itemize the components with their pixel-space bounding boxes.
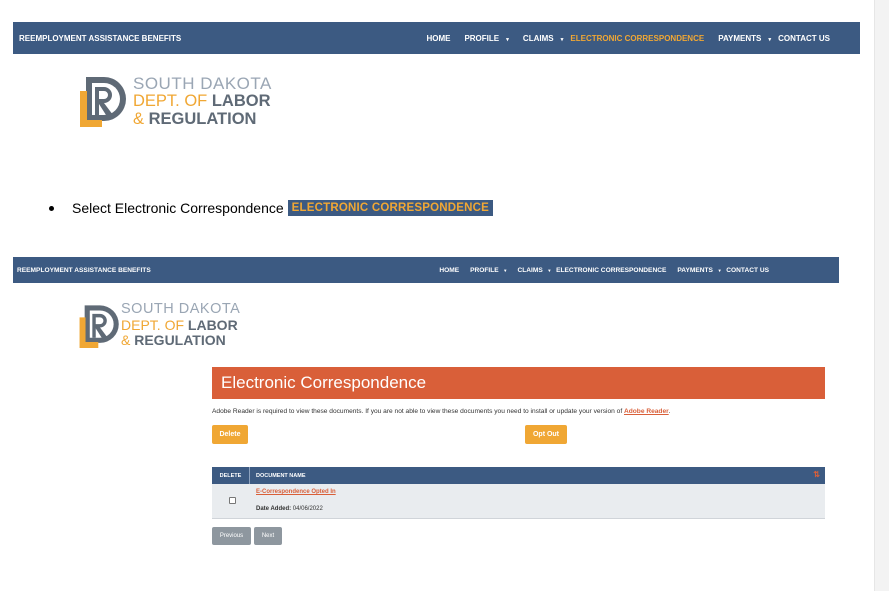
caret-down-icon: ▾ <box>548 267 551 273</box>
previous-button[interactable]: Previous <box>212 527 251 545</box>
document-link[interactable]: E-Correspondence Opted In <box>256 489 336 495</box>
delete-button[interactable]: Delete <box>212 425 248 444</box>
nav-item-profile-label: PROFILE <box>464 33 500 43</box>
adobe-info-text: Adobe Reader is required to view these d… <box>212 408 671 415</box>
nav-item-payments[interactable]: PAYMENTS ▾ <box>672 266 721 274</box>
nav-menu: HOME PROFILE ▾ CLAIMS ▾ ELECTRONIC CORRESP… <box>434 267 769 274</box>
panel-title: Electronic Correspondence <box>212 367 825 399</box>
nav-item-claims[interactable]: CLAIMS ▾ <box>512 267 551 274</box>
logo-line-regulation: & REGULATION <box>121 333 240 347</box>
caret-down-icon: ▾ <box>504 267 507 273</box>
logo-dept-of: DEPT. OF <box>133 92 212 110</box>
logo-dept-of: DEPT. OF <box>121 316 188 333</box>
nav-item-payments-label: PAYMENTS <box>677 266 713 274</box>
caret-down-icon: ▾ <box>560 36 564 43</box>
logo-line-south-dakota: SOUTH DAKOTA <box>121 301 241 317</box>
nav-item-profile-label: PROFILE <box>470 266 499 274</box>
logo-regulation: REGULATION <box>134 331 226 348</box>
column-header-document-name[interactable]: DOCUMENT NAME <box>256 467 306 484</box>
caret-down-icon: ▾ <box>718 267 721 273</box>
date-added: Date Added: 04/06/2022 <box>256 506 323 512</box>
nav-item-contact-us[interactable]: CONTACT US <box>778 34 830 43</box>
nav-item-profile[interactable]: PROFILE ▾ <box>457 34 508 43</box>
sort-icon[interactable]: ⇅ <box>813 471 820 479</box>
logo-ampersand: & <box>121 331 135 348</box>
logo-labor: LABOR <box>211 92 271 110</box>
nav-item-claims-label: CLAIMS <box>517 266 543 274</box>
logo-line-regulation: & REGULATION <box>133 109 272 128</box>
logo-line-dept: DEPT. OF LABOR <box>121 318 240 332</box>
instruction-bullet: Select Electronic Correspondence ELECTRO… <box>49 200 493 216</box>
nav-item-claims[interactable]: CLAIMS ▾ <box>516 34 563 43</box>
date-added-label: Date Added: <box>256 506 292 512</box>
date-added-value: 04/06/2022 <box>291 506 323 512</box>
dlr-logo-mark-icon <box>79 305 119 348</box>
logo-line-dept: DEPT. OF LABOR <box>133 93 272 110</box>
logo-regulation: REGULATION <box>148 109 257 128</box>
nav-brand[interactable]: REEMPLOYMENT ASSISTANCE BENEFITS <box>17 267 151 274</box>
caret-down-icon: ▾ <box>506 36 509 43</box>
nav-item-electronic-correspondence[interactable]: ELECTRONIC CORRESPONDENCE <box>556 267 666 274</box>
bullet-icon <box>49 205 54 211</box>
adobe-info-end: . <box>668 408 671 415</box>
second-navbar: REEMPLOYMENT ASSISTANCE BENEFITS HOME PR… <box>13 257 839 283</box>
dlr-logo-mark-icon <box>80 77 126 127</box>
nav-item-contact-us[interactable]: CONTACT US <box>726 267 769 274</box>
documents-table-header: DELETE DOCUMENT NAME ⇅ <box>212 467 825 484</box>
nav-menu: HOME PROFILE ▾ CLAIMS ▾ ELECTRONIC CORRESP… <box>419 34 830 43</box>
adobe-reader-link[interactable]: Adobe Reader <box>624 408 669 415</box>
delete-row-checkbox[interactable] <box>229 497 236 504</box>
nav-item-payments-label: PAYMENTS <box>718 33 762 43</box>
next-button[interactable]: Next <box>254 527 282 545</box>
nav-item-claims-label: CLAIMS <box>522 33 554 43</box>
page-scrollbar[interactable] <box>874 0 889 591</box>
opt-out-button[interactable]: Opt Out <box>525 425 567 444</box>
caret-down-icon: ▾ <box>768 36 772 43</box>
nav-item-electronic-correspondence[interactable]: ELECTRONIC CORRESPONDENCE <box>570 34 704 43</box>
electronic-correspondence-highlight: ELECTRONIC CORRESPONDENCE <box>287 200 493 216</box>
column-header-delete: DELETE <box>212 467 250 484</box>
nav-item-home[interactable]: HOME <box>439 267 459 274</box>
nav-brand[interactable]: REEMPLOYMENT ASSISTANCE BENEFITS <box>19 34 181 43</box>
nav-item-profile[interactable]: PROFILE ▾ <box>465 266 507 274</box>
top-navbar: REEMPLOYMENT ASSISTANCE BENEFITS HOME PR… <box>13 22 860 54</box>
instruction-text: Select Electronic Correspondence <box>72 200 284 216</box>
logo-line-south-dakota: SOUTH DAKOTA <box>133 74 272 93</box>
logo-labor: LABOR <box>187 316 238 333</box>
adobe-info-message: Adobe Reader is required to view these d… <box>212 408 624 415</box>
nav-item-payments[interactable]: PAYMENTS ▾ <box>711 34 771 43</box>
nav-item-home[interactable]: HOME <box>426 34 450 43</box>
logo-ampersand: & <box>133 109 149 128</box>
